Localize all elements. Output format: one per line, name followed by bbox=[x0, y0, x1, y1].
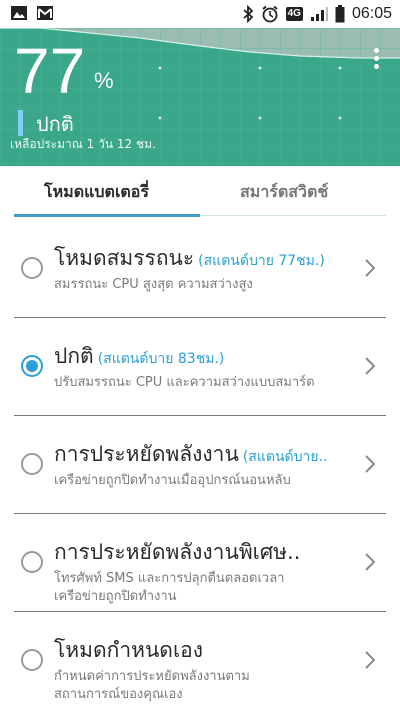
radio-button[interactable] bbox=[21, 551, 43, 573]
mode-description: สมรรถนะ CPU สูงสุด ความสว่างสูง bbox=[54, 277, 253, 292]
mode-item-power-saving[interactable]: การประหยัดพลังงาน (สแตนด์บาย.. เครือข่ายถ… bbox=[0, 416, 400, 514]
tab-battery-modes[interactable]: โหมดแบตเตอรี่ bbox=[44, 180, 149, 205]
mode-description: เครือข่ายถูกปิดทำงานเมื่ออุปกรณ์นอนหลับ bbox=[54, 473, 291, 488]
battery-mode-list: โหมดสมรรถนะ (สแตนด์บาย 77ชม.) สมรรถนะ CPU… bbox=[0, 220, 400, 710]
status-bar: 4G 06:05 bbox=[0, 0, 400, 28]
signal-icon bbox=[310, 7, 328, 21]
mode-name: ปกติ bbox=[54, 344, 94, 368]
mode-standby: (สแตนด์บาย 77ชม.) bbox=[198, 253, 325, 269]
battery-percent: 77 bbox=[14, 35, 86, 107]
mode-standby: (สแตนด์บาย 83ชม.) bbox=[97, 351, 225, 367]
chevron-right-icon[interactable] bbox=[364, 552, 376, 572]
mode-item-performance[interactable]: โหมดสมรรถนะ (สแตนด์บาย 77ชม.) สมรรถนะ CPU… bbox=[0, 220, 400, 318]
mode-standby: (สแตนด์บาย.. bbox=[242, 449, 328, 465]
radio-button[interactable] bbox=[21, 453, 43, 475]
mode-name: โหมดสมรรถนะ bbox=[54, 246, 195, 270]
chevron-right-icon[interactable] bbox=[364, 356, 376, 376]
radio-button[interactable] bbox=[21, 649, 43, 671]
bluetooth-icon bbox=[243, 5, 253, 23]
chevron-right-icon[interactable] bbox=[364, 454, 376, 474]
mode-description: โทรศัพท์ SMS และการปลุกตื่นตลอดเวลา เครื… bbox=[54, 571, 285, 604]
mode-title: โหมดกำหนดเอง bbox=[54, 636, 354, 664]
lte-icon: 4G bbox=[285, 7, 303, 21]
radio-button[interactable] bbox=[21, 257, 43, 279]
mode-item-normal[interactable]: ปกติ (สแตนด์บาย 83ชม.) ปรับสมรรถนะ CPU แล… bbox=[0, 318, 400, 416]
radio-button-selected[interactable] bbox=[21, 355, 43, 377]
mode-title: โหมดสมรรถนะ (สแตนด์บาย 77ชม.) bbox=[54, 244, 354, 275]
chevron-right-icon[interactable] bbox=[364, 650, 376, 670]
tab-smart-switch[interactable]: สมาร์ตสวิตช์ bbox=[240, 180, 328, 205]
mode-name: การประหยัดพลังงานพิเศษ.. bbox=[54, 540, 301, 564]
battery-icon bbox=[335, 5, 345, 23]
mode-item-custom[interactable]: โหมดกำหนดเอง กำหนดค่าการประหยัดพลังงานตา… bbox=[0, 612, 400, 710]
remaining-time: เหลือประมาณ 1 วัน 12 ชม. bbox=[10, 137, 156, 151]
active-tab-indicator bbox=[14, 214, 200, 217]
clock: 06:05 bbox=[351, 5, 392, 22]
mode-description: กำหนดค่าการประหยัดพลังงานตาม สถานการณ์ขอ… bbox=[54, 669, 250, 702]
battery-graph-header: 77 % ปกติ เหลือประมาณ 1 วัน 12 ชม. bbox=[0, 28, 400, 166]
gmail-icon bbox=[37, 6, 53, 20]
mode-item-ultra-saving[interactable]: การประหยัดพลังงานพิเศษ.. โทรศัพท์ SMS แล… bbox=[0, 514, 400, 612]
percent-sign: % bbox=[94, 68, 114, 93]
mode-title: การประหยัดพลังงาน (สแตนด์บาย.. bbox=[54, 440, 354, 471]
state-indicator-bar bbox=[18, 110, 23, 136]
chevron-right-icon[interactable] bbox=[364, 258, 376, 278]
mode-name: โหมดกำหนดเอง bbox=[54, 638, 203, 662]
image-icon bbox=[11, 6, 27, 20]
mode-title: ปกติ (สแตนด์บาย 83ชม.) bbox=[54, 342, 354, 373]
tab-bar: โหมดแบตเตอรี่ สมาร์ตสวิตช์ bbox=[0, 166, 400, 220]
mode-description: ปรับสมรรถนะ CPU และความสว่างแบบสมาร์ต bbox=[54, 375, 315, 390]
alarm-icon bbox=[262, 5, 278, 23]
mode-name: การประหยัดพลังงาน bbox=[54, 442, 239, 466]
more-options-icon[interactable] bbox=[372, 48, 380, 72]
mode-title: การประหยัดพลังงานพิเศษ.. bbox=[54, 538, 354, 566]
